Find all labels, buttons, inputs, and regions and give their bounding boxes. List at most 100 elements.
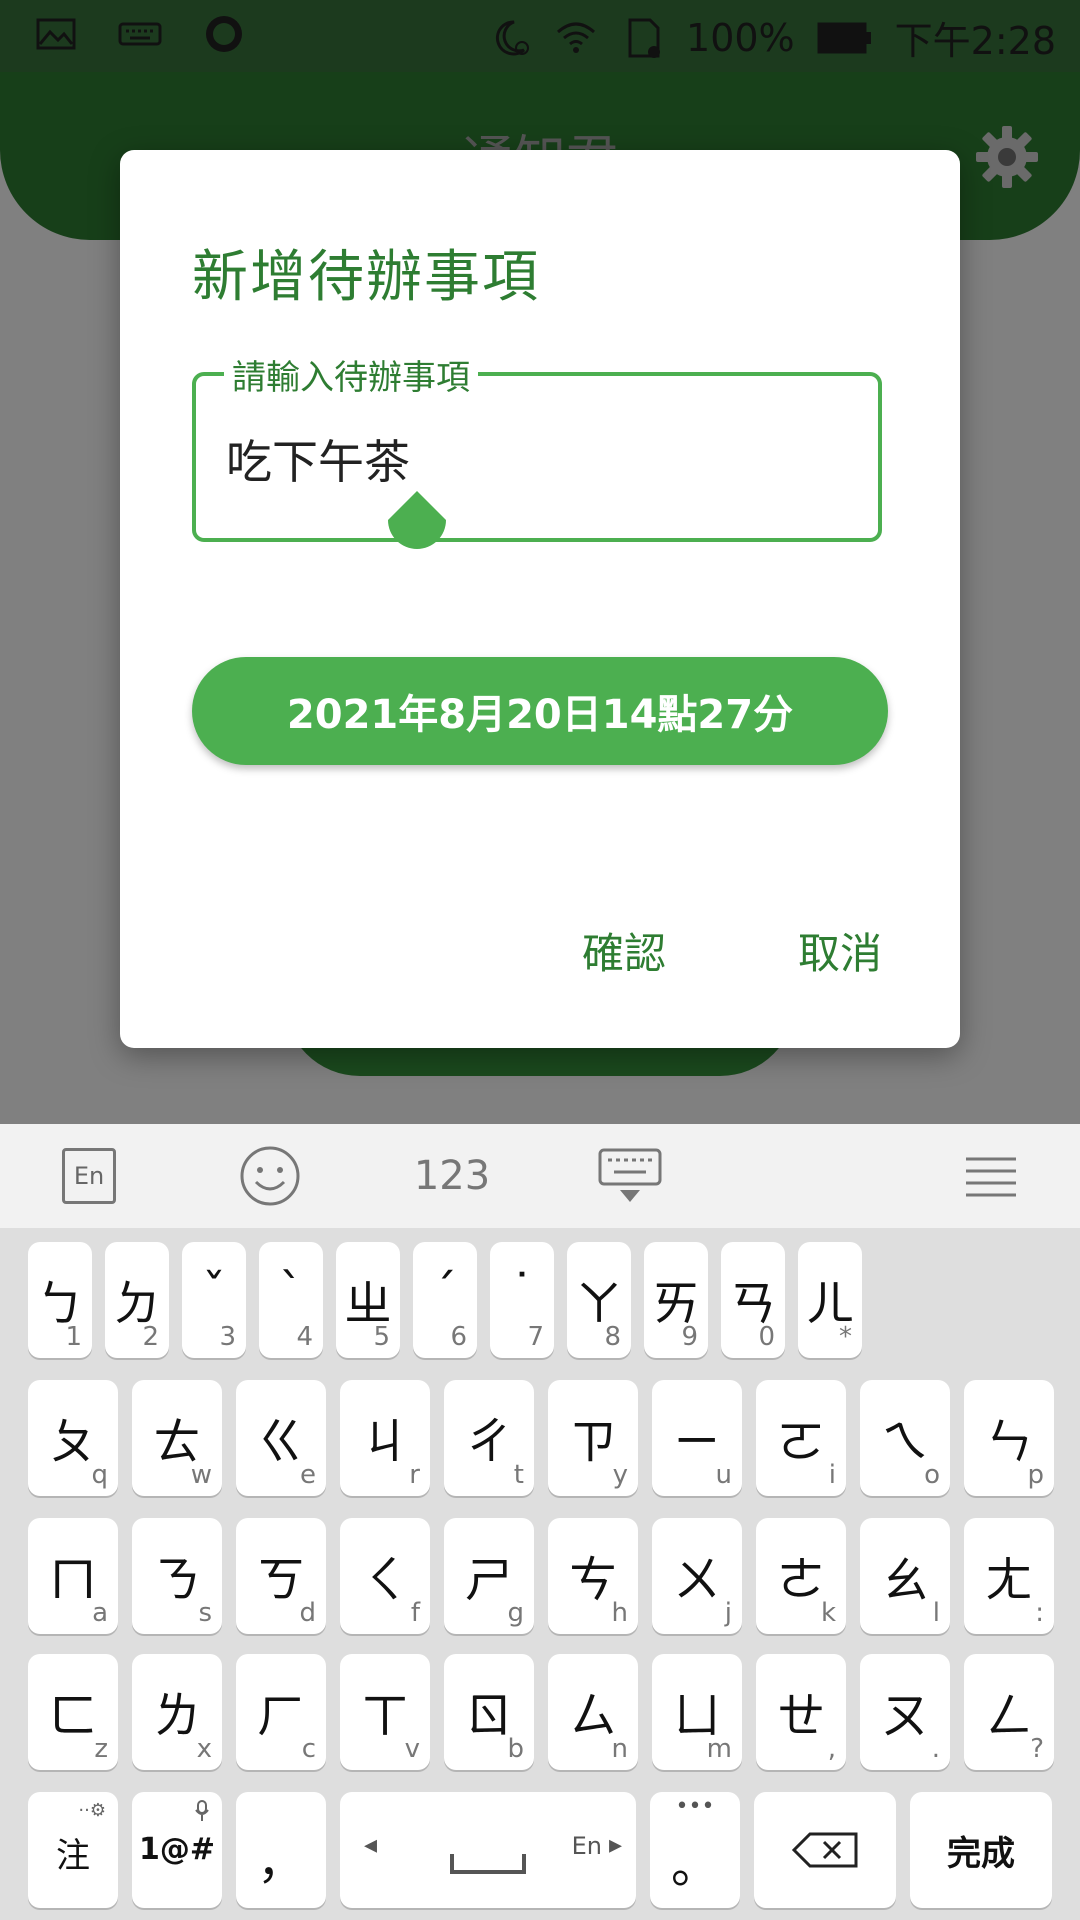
key-,[interactable]: ㄝ, [756,1654,846,1770]
key-.[interactable]: ㄡ. [860,1654,950,1770]
key-k[interactable]: ㄜk [756,1518,846,1634]
zhuyin-keyboard: ㄅ 1 ㄉ 2 ˇ 3 ˋ 4 ㄓ 5 ˊ 6 ˙ 7 ㄚ 8 ㄞ 9 ㄢ 0 ㄦ * ㄆqㄊwㄍeㄐrㄔtㄗyㄧuㄛiㄟ… [0,1228,1080,1920]
key-u[interactable]: ㄧu [652,1380,742,1496]
cancel-button[interactable]: 取消 [798,920,882,981]
key-sub-label: e [300,1460,316,1490]
space-key[interactable]: ◂ En ▸ [340,1792,636,1908]
menu-icon[interactable] [964,1144,1018,1208]
key-j[interactable]: ㄨj [652,1518,742,1634]
circle-notification-icon [206,16,242,52]
key-3[interactable]: ˇ3 [182,1242,246,1358]
key-sub-label: l [932,1598,940,1628]
key-sub-label: 4 [296,1322,313,1352]
key-r[interactable]: ㄐr [340,1380,430,1496]
key-*[interactable]: ㄦ * [798,1242,862,1358]
key-sub-label: a [92,1598,108,1628]
status-time: 下午2:28 [894,19,1056,63]
key-sub-label: 9 [681,1322,698,1352]
period-key[interactable]: ••• 。 [650,1792,740,1908]
key-sub-label: y [612,1460,628,1490]
space-lang-label: En [571,1832,602,1860]
microphone-icon [195,1800,209,1821]
key-l[interactable]: ㄠl [860,1518,950,1634]
key-g[interactable]: ㄕg [444,1518,534,1634]
key-v[interactable]: ㄒv [340,1654,430,1770]
moon-alarm-icon [495,19,530,55]
key-x[interactable]: ㄌx [132,1654,222,1770]
key-c[interactable]: ㄏc [236,1654,326,1770]
todo-input-label: 請輸入待辦事項 [224,350,478,399]
language-toggle-label: En [62,1148,116,1204]
key-n[interactable]: ㄙn [548,1654,638,1770]
hide-keyboard-icon[interactable] [598,1144,662,1208]
status-right-icons: 100% 下午2:28 [488,10,1056,65]
key-sub-label: . [931,1734,940,1764]
key-z[interactable]: ㄈz [28,1654,118,1770]
key-sub-label: x [196,1734,212,1764]
key-p[interactable]: ㄣp [964,1380,1054,1496]
key-main-label: ㄦ [805,1276,854,1332]
key-main-label: ˙ [510,1264,534,1320]
cursor-right-icon: ▸ [608,1830,622,1860]
symbols-key[interactable]: 1@# [132,1792,222,1908]
key-h[interactable]: ㄘh [548,1518,638,1634]
key-0[interactable]: ㄢ0 [721,1242,785,1358]
key-d[interactable]: ㄎd [236,1518,326,1634]
key-8[interactable]: ㄚ8 [567,1242,631,1358]
datetime-button[interactable]: 2021年8月20日14點27分 [192,657,888,765]
key-m[interactable]: ㄩm [652,1654,742,1770]
key-sub-label: 2 [142,1322,159,1352]
more-dots-icon: ••• [675,1794,715,1819]
key-5[interactable]: ㄓ5 [336,1242,400,1358]
wifi-icon [557,22,596,53]
key-sub-label: b [507,1734,524,1764]
key-7[interactable]: ˙ 7 [490,1242,554,1358]
key-2[interactable]: ㄉ2 [105,1242,169,1358]
battery-icon [817,22,871,53]
key-sub-label: w [190,1460,212,1490]
key-sub-label: o [924,1460,940,1490]
key-a[interactable]: ㄇa [28,1518,118,1634]
dialog-title: 新增待辦事項 [192,245,540,310]
emoji-icon[interactable] [238,1144,302,1208]
key-1[interactable]: ㄅ1 [28,1242,92,1358]
backspace-key[interactable] [754,1792,896,1908]
key-o[interactable]: ㄟo [860,1380,950,1496]
key-sub-label: f [410,1598,420,1628]
key-6[interactable]: ˊ6 [413,1242,477,1358]
battery-percent: 100% [686,15,795,60]
numbers-button[interactable]: 123 [412,1144,492,1208]
key-sub-label: i [828,1460,836,1490]
key-y[interactable]: ㄗy [548,1380,638,1496]
language-toggle-button[interactable]: En [62,1144,116,1208]
key-4[interactable]: ˋ4 [259,1242,323,1358]
key-i[interactable]: ㄛi [756,1380,846,1496]
gear-icon[interactable] [974,124,1040,190]
done-key[interactable]: 完成 [910,1792,1052,1908]
backspace-icon [791,1832,858,1868]
zhuyin-mode-label: 注 [56,1836,90,1876]
key-sub-label: v [404,1734,420,1764]
text-cursor-handle-icon[interactable] [384,489,450,555]
key-9[interactable]: ㄞ9 [644,1242,708,1358]
key-b[interactable]: ㄖb [444,1654,534,1770]
confirm-button[interactable]: 確認 [582,920,666,981]
todo-input-field[interactable]: 請輸入待辦事項 吃下午茶 [192,350,882,549]
key-?[interactable]: ㄥ? [964,1654,1054,1770]
key-sub-label: 7 [527,1322,544,1352]
key-sub-label: q [91,1460,108,1490]
key-f[interactable]: ㄑf [340,1518,430,1634]
comma-key[interactable]: ， [236,1792,326,1908]
key-:[interactable]: ㄤ: [964,1518,1054,1634]
key-q[interactable]: ㄆq [28,1380,118,1496]
key-t[interactable]: ㄔt [444,1380,534,1496]
key-e[interactable]: ㄍe [236,1380,326,1496]
space-bar-icon [450,1854,526,1874]
key-w[interactable]: ㄊw [132,1380,222,1496]
zhuyin-mode-key[interactable]: ··⚙ 注 [28,1792,118,1908]
key-sub-label: , [827,1734,836,1764]
key-s[interactable]: ㄋs [132,1518,222,1634]
todo-input-value[interactable]: 吃下午茶 [226,426,410,492]
period-label: 。 [670,1838,719,1894]
key-sub-label: j [724,1598,732,1628]
